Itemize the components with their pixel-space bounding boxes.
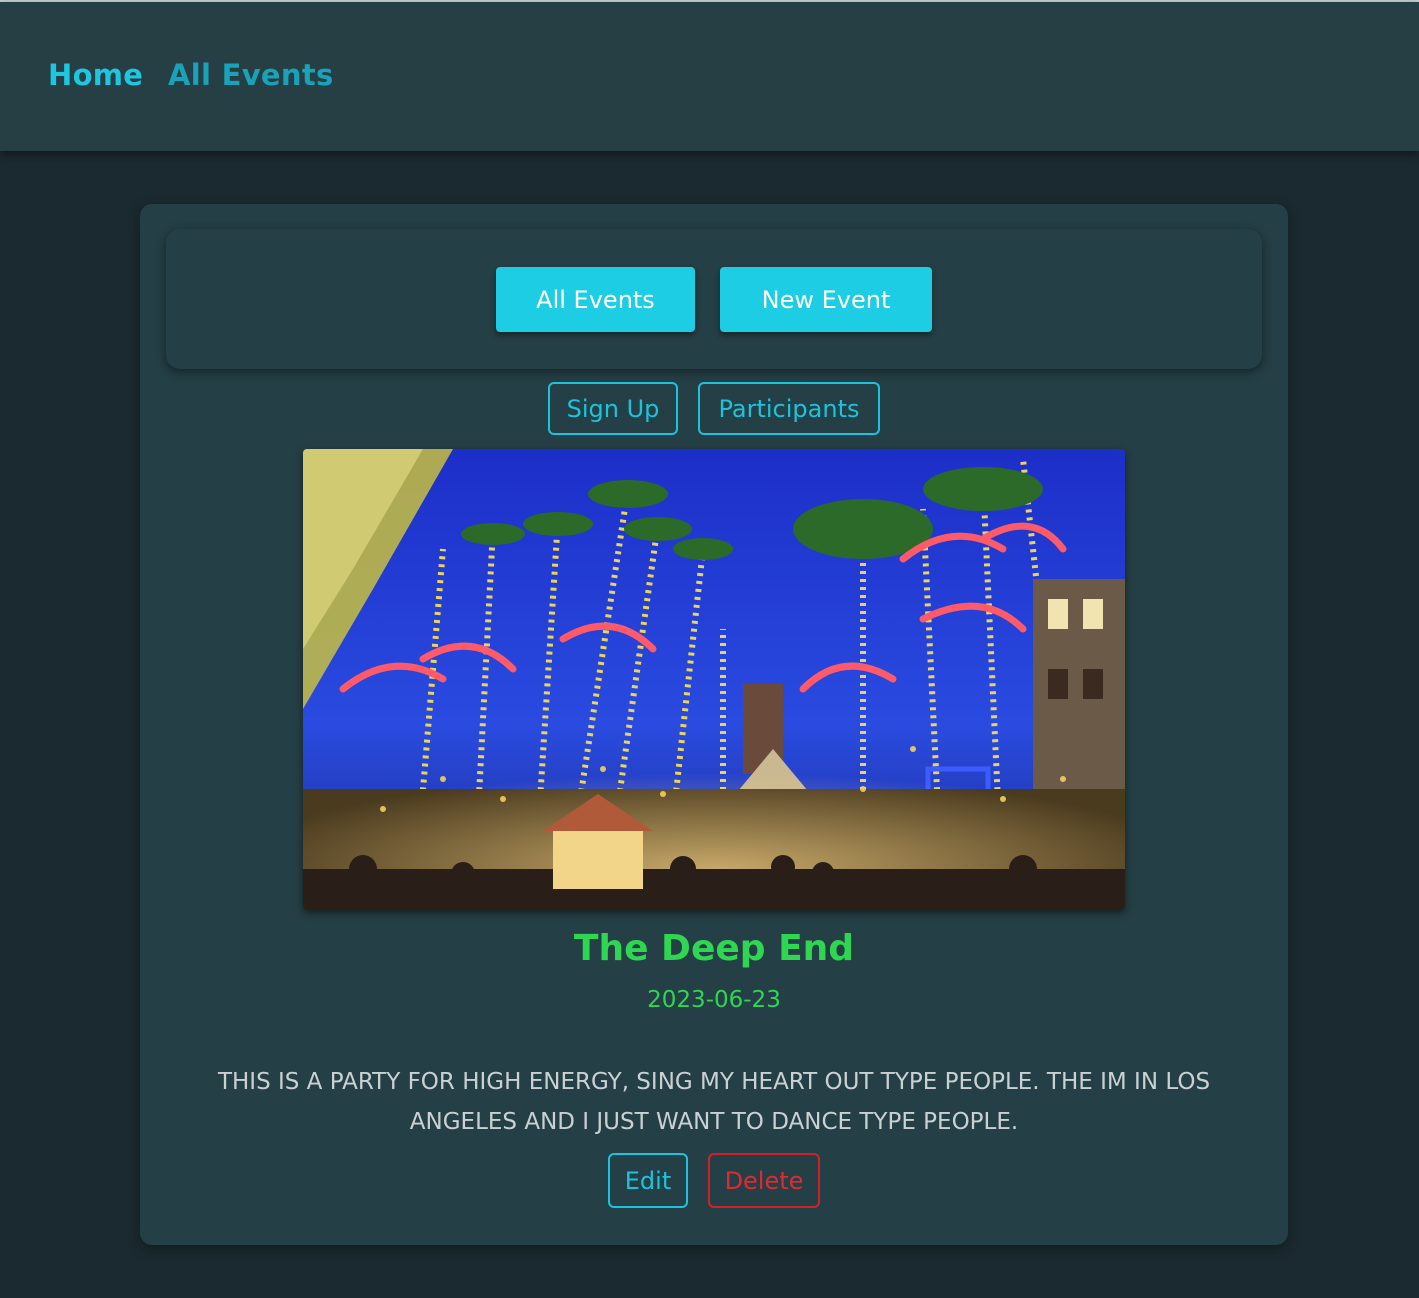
- delete-button[interactable]: Delete: [708, 1153, 820, 1208]
- nav-home-link[interactable]: Home: [48, 58, 143, 92]
- nav-all-events-link[interactable]: All Events: [168, 58, 334, 92]
- participants-button[interactable]: Participants: [698, 382, 880, 435]
- sign-up-button[interactable]: Sign Up: [548, 382, 678, 435]
- event-photo-illustration: [303, 449, 1125, 910]
- event-card: All Events New Event Sign Up Participant…: [140, 204, 1288, 1245]
- all-events-button[interactable]: All Events: [496, 267, 695, 332]
- event-toolbar-panel: All Events New Event: [166, 229, 1262, 369]
- new-event-button[interactable]: New Event: [720, 267, 932, 332]
- event-description: THIS IS A PARTY FOR HIGH ENERGY, SING MY…: [217, 1069, 1211, 1135]
- event-image: [303, 449, 1125, 910]
- event-title: The Deep End: [573, 928, 855, 969]
- top-navbar: Home All Events: [0, 2, 1419, 151]
- event-date: 2023-06-23: [647, 987, 781, 1013]
- edit-button[interactable]: Edit: [608, 1153, 688, 1208]
